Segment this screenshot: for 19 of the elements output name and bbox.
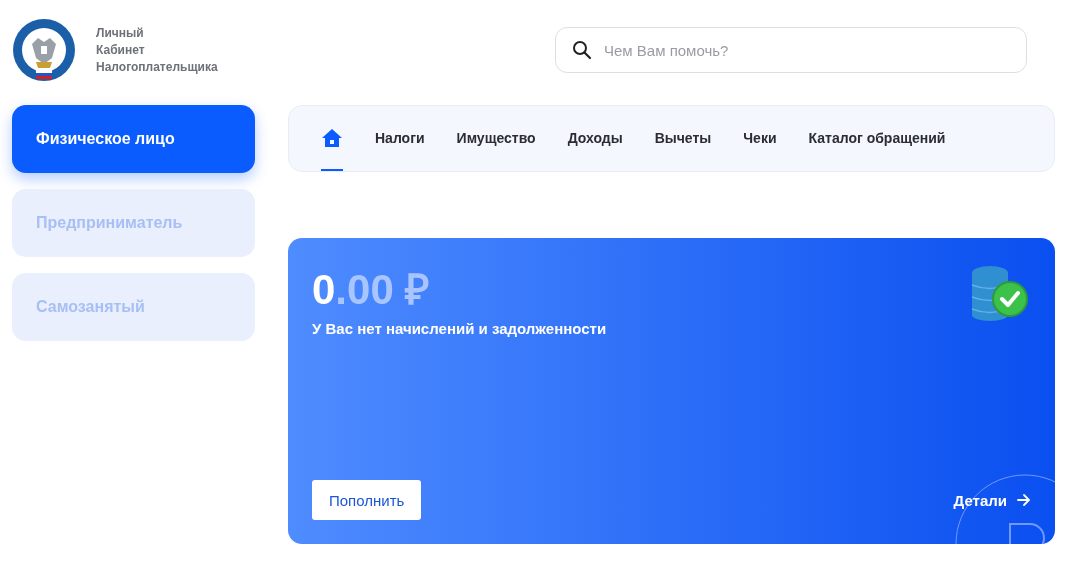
search-field[interactable]: Чем Вам помочь? bbox=[555, 27, 1027, 73]
brand-text: Личный bbox=[96, 24, 145, 42]
amount-integer: 0 bbox=[312, 266, 336, 314]
profile-tab[interactable]: Физическое лицо bbox=[12, 105, 255, 173]
balance-message: У Вас нет начислений и задолженности bbox=[312, 320, 608, 337]
emblem-logo bbox=[12, 18, 76, 82]
home-icon bbox=[321, 127, 343, 148]
top-up-button[interactable]: Пополнить bbox=[312, 480, 422, 520]
nav-tab[interactable]: Налоги bbox=[375, 106, 425, 171]
nav-tab[interactable]: Вычеты bbox=[654, 106, 712, 171]
nav-tab[interactable]: Чеки bbox=[743, 106, 777, 171]
nav-tab[interactable]: Доходы bbox=[567, 106, 623, 171]
arrow-right-icon bbox=[1017, 493, 1031, 507]
nav-tab[interactable]: Имущество bbox=[456, 106, 536, 171]
amount-fraction: .00 ₽ bbox=[335, 266, 430, 314]
brand-text: Кабинет bbox=[96, 41, 146, 59]
brand-text: Налогоплательщика bbox=[96, 58, 218, 76]
coins-check-icon bbox=[970, 265, 1028, 321]
nav-tab[interactable]: Каталог обращений bbox=[808, 106, 946, 171]
